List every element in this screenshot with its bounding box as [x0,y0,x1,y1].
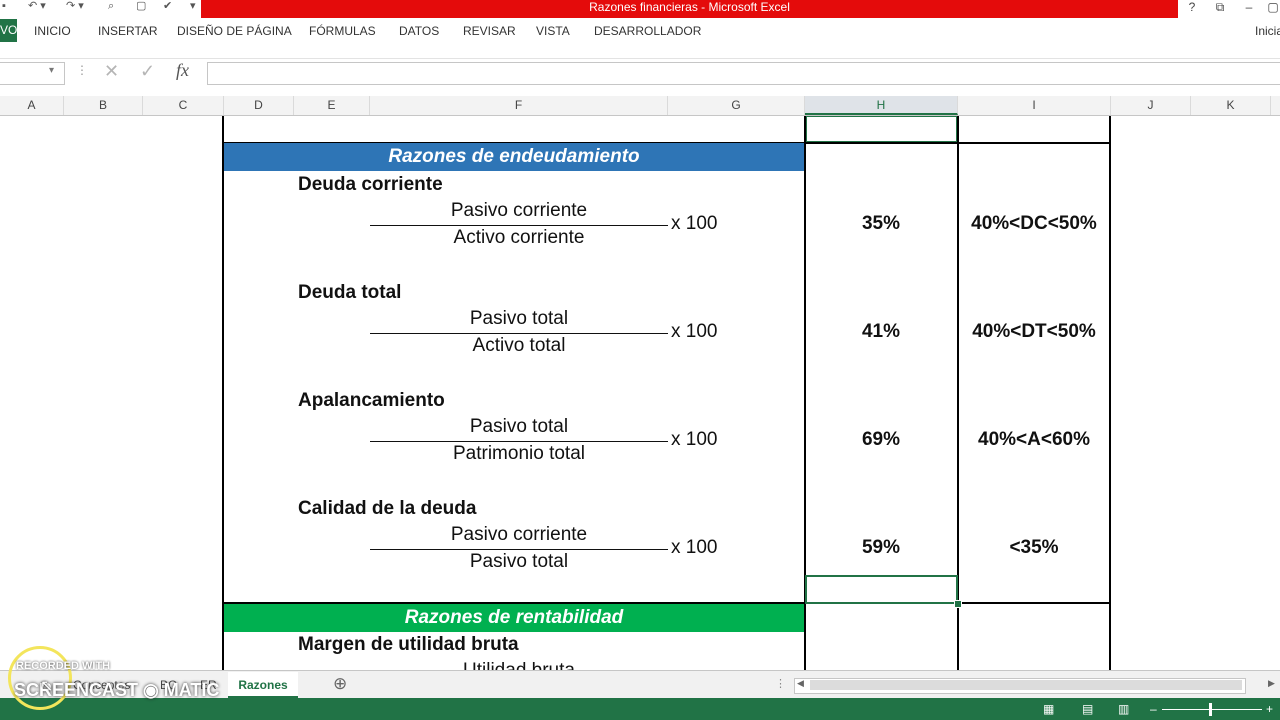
tab-split-handle-icon[interactable]: ⋮ [775,677,786,690]
tab-inicio[interactable]: INICIO [34,22,71,40]
ratio-numerator: Utilidad bruta [370,660,668,670]
section-header-rentabilidad: Razones de rentabilidad [224,604,804,632]
active-cell[interactable] [805,575,958,604]
zoom-slider-thumb[interactable] [1209,703,1212,716]
watermark-top-text: RECORDED WITH [16,660,111,672]
sign-in-link[interactable]: Inicia [1255,22,1280,40]
fraction-line [370,441,668,442]
scrollbar-thumb[interactable] [810,680,1242,690]
formula-input[interactable] [207,62,1280,85]
customize-qat-icon[interactable]: ▾ [190,0,196,14]
column-header-j[interactable]: J [1111,96,1191,115]
tab-formulas[interactable]: FÓRMULAS [309,22,376,40]
column-header-i[interactable]: I [958,96,1111,115]
ratio-reference[interactable]: 40%<DC<50% [959,213,1109,235]
ratio-denominator: Patrimonio total [452,443,585,464]
fraction-line [370,225,668,226]
ratio-numerator: Pasivo total [469,416,569,437]
ratio-numerator: Pasivo total [469,308,569,329]
column-header-g[interactable]: G [668,96,805,115]
name-box[interactable]: ▾ [0,62,65,85]
ratio-value[interactable]: 41% [806,321,956,343]
name-box-dropdown-icon[interactable]: ▾ [49,65,54,76]
maximize-icon[interactable]: ▢ [1262,0,1280,16]
fill-handle[interactable] [954,600,962,608]
ratio-title: Calidad de la deuda [298,498,477,519]
scroll-left-icon[interactable]: ◀ [797,678,804,689]
normal-view-icon[interactable]: ▦ [1043,701,1054,717]
ratio-value[interactable]: 35% [806,213,956,235]
section-header-endeudamiento: Razones de endeudamiento [224,143,804,171]
tab-desarrollador[interactable]: DESARROLLADOR [594,22,701,40]
ratio-title: Deuda total [298,282,402,303]
ratio-numerator: Pasivo corriente [450,200,588,221]
ratio-denominator: Activo corriente [453,227,585,248]
ratio-numerator: Pasivo corriente [450,524,588,545]
ratio-reference[interactable]: 40%<DT<50% [959,321,1109,343]
ratio-numerator-clip: Utilidad bruta [370,660,668,670]
mouse-cursor-icon: ↖ [40,678,54,695]
column-header-b[interactable]: B [64,96,143,115]
insert-function-icon[interactable]: fx [176,60,189,81]
ratio-value[interactable]: 59% [806,537,956,559]
cell-h-top-highlight[interactable] [806,116,957,142]
save-icon[interactable]: ▪ [2,0,6,14]
tab-vista[interactable]: VISTA [536,22,570,40]
redo-icon[interactable]: ↷ ▾ [66,0,84,14]
ribbon-display-icon[interactable]: ⧉ [1209,0,1231,16]
ratio-title: Deuda corriente [298,174,443,195]
tab-insertar[interactable]: INSERTAR [98,22,158,40]
table-border-right [1109,116,1111,670]
ratio-denominator: Pasivo total [469,551,569,572]
column-header-e[interactable]: E [294,96,370,115]
cancel-icon[interactable]: ✕ [104,61,119,82]
ratio-multiplier: x 100 [671,537,718,558]
page-break-preview-icon[interactable]: ▥ [1118,701,1129,717]
ratio-value[interactable]: 69% [806,429,956,451]
ratio-denominator: Activo total [472,335,566,356]
column-header-c[interactable]: C [143,96,224,115]
window-title: Razones financieras - Microsoft Excel [201,0,1178,18]
ratio-title: Margen de utilidad bruta [298,634,519,655]
add-sheet-icon[interactable]: ⊕ [333,674,347,694]
column-header-f[interactable]: F [370,96,668,115]
column-header-d[interactable]: D [224,96,294,115]
ratio-multiplier: x 100 [671,321,718,342]
zoom-slider[interactable] [1162,709,1262,710]
column-header-a[interactable]: A [0,96,64,115]
enter-icon[interactable]: ✓ [140,61,155,82]
ratio-multiplier: x 100 [671,429,718,450]
sheet-tab-razones[interactable]: Razones [228,672,298,698]
help-icon[interactable]: ? [1181,0,1203,16]
table-border-left [222,116,224,670]
scroll-right-icon[interactable]: ▶ [1268,678,1275,689]
tab-diseno-de-pagina[interactable]: DISEÑO DE PÁGINA [177,22,292,40]
tab-file[interactable]: VO [0,19,17,42]
spelling-icon[interactable]: ✔ [163,0,172,14]
column-header-h[interactable]: H [805,96,958,115]
fraction-line [370,549,668,550]
ratio-multiplier: x 100 [671,213,718,234]
zoom-in-icon[interactable]: + [1266,701,1273,717]
ratio-reference[interactable]: <35% [959,537,1109,559]
zoom-out-icon[interactable]: – [1150,701,1157,717]
column-header-k[interactable]: K [1191,96,1271,115]
minimize-icon[interactable]: – [1238,0,1260,16]
tab-revisar[interactable]: REVISAR [463,22,516,40]
tab-datos[interactable]: DATOS [399,22,439,40]
ratio-title: Apalancamiento [298,390,445,411]
new-file-icon[interactable]: ▢ [136,0,146,14]
ratio-reference[interactable]: 40%<A<60% [959,429,1109,451]
fraction-line [370,333,668,334]
print-preview-icon[interactable]: ⌕ [108,0,114,14]
page-layout-icon[interactable]: ▤ [1082,701,1093,717]
formula-bar-handle-icon[interactable]: ⋮ [76,63,88,77]
undo-icon[interactable]: ↶ ▾ [28,0,46,14]
